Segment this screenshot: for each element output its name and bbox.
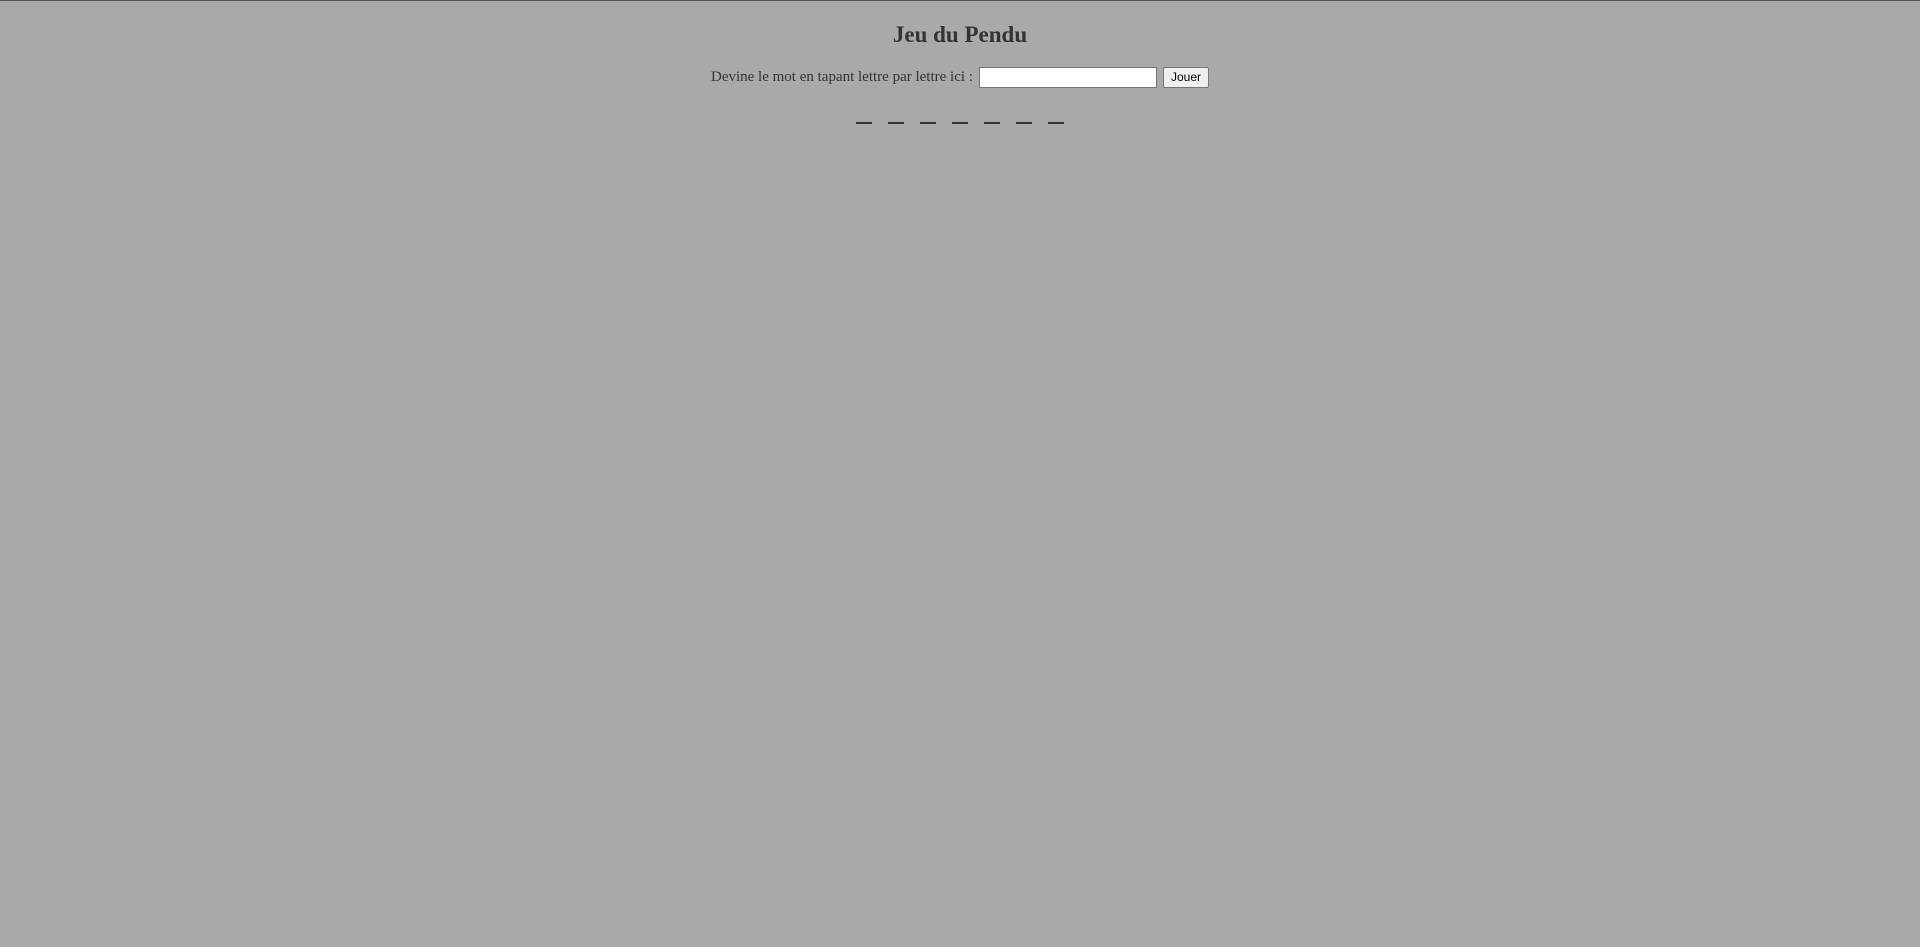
letter-slot <box>952 109 968 124</box>
guess-prompt-label: Devine le mot en tapant lettre par lettr… <box>710 68 973 85</box>
letter-slot <box>888 109 904 124</box>
guess-input[interactable] <box>978 66 1157 88</box>
letter-slot <box>1048 109 1064 124</box>
page-title: Jeu du Pendu <box>892 22 1028 47</box>
letter-slot <box>1016 109 1032 124</box>
game-container: Jeu du Pendu Devine le mot en tapant let… <box>0 1 1920 124</box>
play-button[interactable]: Jouer <box>1162 66 1209 88</box>
guess-form: Devine le mot en tapant lettre par lettr… <box>0 65 1920 89</box>
letter-slot <box>856 109 872 124</box>
letter-slot <box>920 109 936 124</box>
hidden-word <box>0 109 1920 124</box>
letter-slot <box>984 109 1000 124</box>
